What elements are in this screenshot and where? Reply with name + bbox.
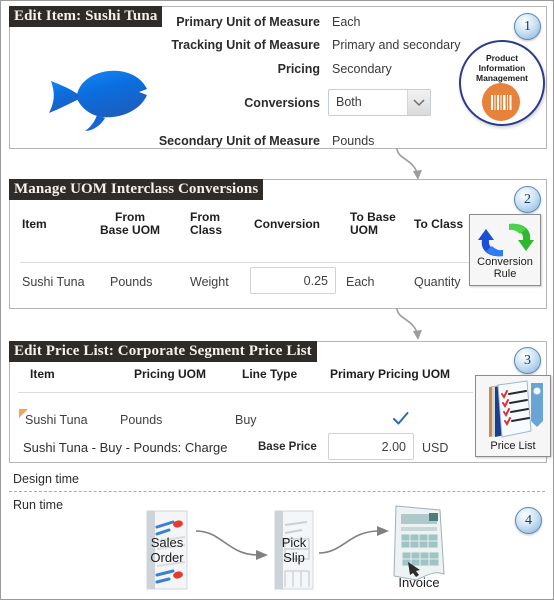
product-information-management-icon: Product Information Management	[459, 40, 545, 126]
panel-manage-uom-title: Manage UOM Interclass Conversions	[9, 179, 264, 200]
connector-arrow-1	[391, 147, 451, 183]
invoice-caption: Invoice	[398, 575, 440, 590]
cell-item: Sushi Tuna	[22, 275, 85, 289]
column-header-pl-item: Item	[30, 367, 55, 381]
column-header-from-base-uom: From Base UOM	[100, 210, 161, 237]
cell-from-base-uom: Pounds	[110, 275, 153, 289]
price-list-caption: Price List	[490, 440, 536, 452]
column-header-line-type: Line Type	[242, 367, 298, 381]
label-tracking-uom: Tracking Unit of Measure	[171, 38, 320, 52]
conversion-input[interactable]: 0.25	[250, 267, 336, 294]
cell-pl-item: Sushi Tuna	[25, 413, 88, 427]
pim-line-3: Management	[476, 73, 528, 83]
connector-arrow-2	[391, 307, 451, 343]
cell-to-base-uom: Each	[346, 275, 375, 289]
charge-description: Sushi Tuna - Buy - Pounds: Charge	[23, 440, 228, 455]
panel-edit-item: Edit Item: Sushi Tuna 1 Primary Unit of …	[9, 6, 547, 149]
column-header-to-base-uom: To Base UOM	[350, 210, 396, 237]
panel-edit-price-list-title: Edit Price List: Corporate Segment Price…	[9, 341, 317, 362]
panel-edit-price-list: Edit Price List: Corporate Segment Price…	[9, 341, 551, 463]
conversions-select-value: Both	[336, 95, 362, 109]
label-conversions: Conversions	[244, 96, 320, 110]
column-header-pricing-uom: Pricing UOM	[134, 367, 207, 381]
conversion-input-value: 0.25	[303, 274, 328, 288]
cell-pricing-uom: Pounds	[120, 413, 163, 427]
flow-arrow-2	[317, 525, 395, 565]
barcode-icon	[482, 83, 520, 121]
value-secondary-uom: Pounds	[332, 134, 375, 148]
step-badge-4: 4	[515, 507, 542, 534]
cell-from-class: Weight	[190, 275, 229, 289]
label-pricing: Pricing	[277, 62, 320, 76]
step-badge-2: 2	[514, 186, 541, 213]
design-runtime-divider	[9, 491, 545, 492]
conversion-rule-caption-2: Rule	[493, 268, 517, 280]
design-time-label: Design time	[13, 472, 79, 486]
base-price-label: Base Price	[258, 441, 317, 453]
value-pricing: Secondary	[332, 62, 392, 76]
label-secondary-uom: Secondary Unit of Measure	[158, 134, 320, 148]
column-header-conversion: Conversion	[254, 217, 321, 231]
conversion-rule-caption-1: Conversion	[477, 256, 533, 268]
pim-line-1: Product	[485, 53, 519, 63]
column-header-to-class: To Class	[414, 217, 464, 231]
fish-icon	[35, 55, 155, 135]
conversions-select[interactable]: Both	[328, 89, 431, 116]
sales-order-caption: Sales Order	[150, 535, 184, 565]
panel-manage-uom-conversions: Manage UOM Interclass Conversions 2 Item…	[9, 179, 547, 309]
base-price-input[interactable]: 2.00	[328, 433, 414, 460]
invoice-doc	[386, 504, 452, 584]
panel-edit-item-title: Edit Item: Sushi Tuna	[9, 6, 163, 27]
screenshot-root: Edit Item: Sushi Tuna 1 Primary Unit of …	[0, 0, 554, 600]
price-list-icon: Price List	[475, 375, 551, 457]
column-header-item: Item	[22, 217, 47, 231]
base-price-currency: USD	[422, 441, 449, 455]
pim-line-2: Information	[478, 63, 526, 73]
cell-line-type: Buy	[235, 413, 257, 427]
step-badge-1: 1	[514, 13, 541, 40]
primary-pricing-uom-checkmark-icon	[393, 412, 409, 426]
chevron-down-icon[interactable]	[407, 90, 430, 115]
step-badge-3: 3	[514, 347, 541, 374]
value-tracking-uom: Primary and secondary	[332, 38, 461, 52]
base-price-input-value: 2.00	[381, 440, 406, 454]
conversion-rule-icon: Conversion Rule	[469, 214, 541, 286]
cell-to-class: Quantity	[414, 275, 461, 289]
column-header-from-class: From Class	[190, 210, 223, 237]
run-time-label: Run time	[13, 498, 64, 512]
label-primary-uom: Primary Unit of Measure	[176, 15, 320, 29]
column-header-primary-pricing-uom: Primary Pricing UOM	[330, 367, 451, 381]
value-primary-uom: Each	[332, 15, 361, 29]
